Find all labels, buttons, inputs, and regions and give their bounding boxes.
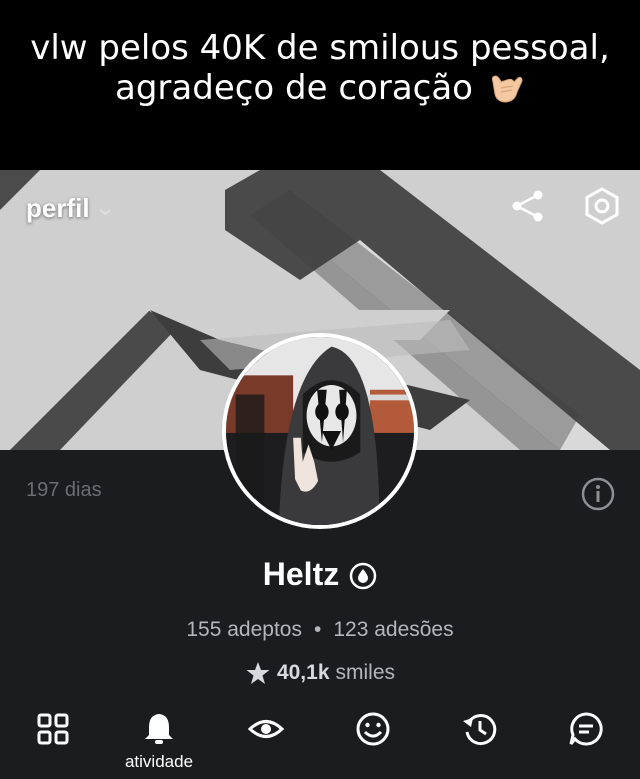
caption-line-1: vlw pelos 40K de smilous pessoal, [30,28,610,68]
page-title: perfil [26,193,90,223]
share-icon[interactable] [508,186,548,226]
eye-icon [247,720,285,738]
history-icon [463,714,497,746]
hexagon-settings-icon[interactable] [582,186,622,226]
nav-activity-label: atividade [124,752,194,771]
caption-line-2-row: agradeço de coração [115,68,525,108]
smiles-row: 40,1k smiles [0,660,640,686]
profile-stats: 155 adeptos • 123 adesões [0,618,640,642]
profile-name: Heltz [262,556,340,592]
stats-separator: • [313,618,322,641]
nav-chat[interactable] [546,700,626,779]
nav-smiles[interactable] [333,700,413,779]
nav-watch[interactable] [226,700,306,779]
smiley-icon [356,712,390,746]
nav-history[interactable] [440,700,520,779]
adhesions-count[interactable]: 123 adesões [333,618,453,642]
profile-name-row: Heltz [0,556,640,593]
info-icon[interactable] [580,476,616,512]
star-icon [245,660,271,686]
meme-caption: vlw pelos 40K de smilous pessoal, agrade… [0,0,640,170]
chat-icon [569,712,603,746]
member-days: 197 dias [26,479,102,501]
smiles-label: smiles [335,661,396,684]
bell-icon [145,714,173,744]
bottom-nav: atividade [0,700,640,779]
call-me-hand-icon [485,68,525,108]
smiles-count: 40,1k [276,661,330,684]
grid-icon [37,713,69,745]
followers-count[interactable]: 155 adeptos [186,618,302,642]
nav-activity[interactable]: atividade [119,700,199,779]
profile-menu-dropdown[interactable]: perfil [26,193,112,224]
nav-grid[interactable] [13,700,93,779]
chevron-down-icon [98,193,112,224]
avatar[interactable] [222,333,418,529]
caption-line-2: agradeço de coração [115,68,473,108]
drop-icon [349,561,377,589]
